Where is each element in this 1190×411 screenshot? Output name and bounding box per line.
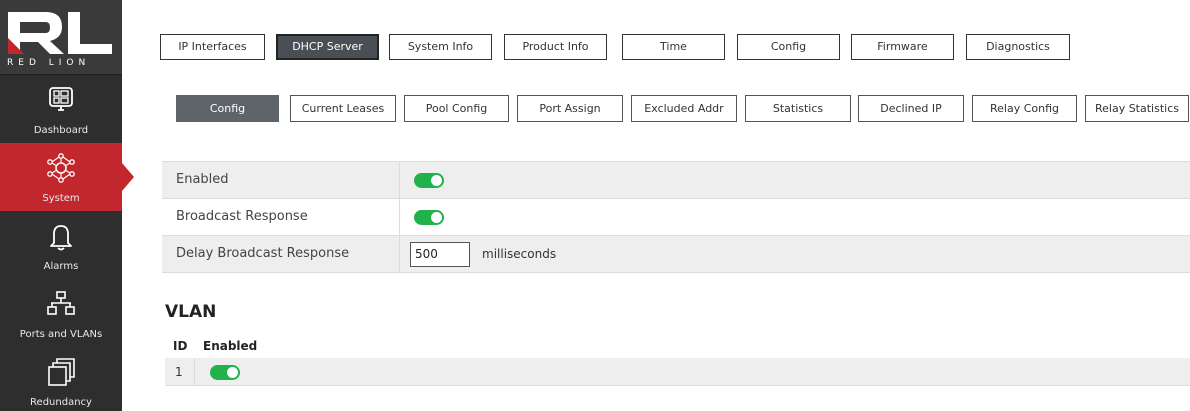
- tab-config[interactable]: Config: [737, 34, 840, 60]
- sidebar-item-system[interactable]: System: [0, 143, 134, 211]
- setting-value: [399, 199, 1190, 235]
- broadcast-response-toggle[interactable]: [414, 210, 444, 225]
- table-row: 1: [165, 358, 1190, 386]
- vlan-enabled-toggle[interactable]: [210, 365, 240, 380]
- tab-firmware[interactable]: Firmware: [851, 34, 954, 60]
- tab-dhcp-server[interactable]: DHCP Server: [276, 34, 379, 60]
- vlan-column-header-enabled: Enabled: [203, 339, 258, 353]
- sidebar-item-label: Dashboard: [33, 125, 89, 136]
- subtab-pool-config[interactable]: Pool Config: [404, 95, 509, 122]
- sidebar: RED LION Dashboard System Alarms Ports a…: [0, 0, 134, 411]
- subtab-statistics[interactable]: Statistics: [745, 95, 851, 122]
- sidebar-item-redundancy[interactable]: Redundancy: [0, 347, 122, 411]
- stack-icon: [48, 358, 75, 386]
- subtab-config[interactable]: Config: [176, 95, 279, 122]
- red-lion-logo: RED LION: [0, 0, 122, 75]
- bell-icon: [50, 225, 72, 251]
- subtab-relay-statistics[interactable]: Relay Statistics: [1085, 95, 1189, 122]
- subtab-port-assign[interactable]: Port Assign: [517, 95, 623, 122]
- sidebar-item-label: Ports and VLANs: [19, 329, 103, 340]
- vlan-section-title: VLAN: [165, 302, 217, 322]
- vlan-id-cell: 1: [175, 365, 183, 379]
- setting-label: Enabled: [176, 172, 229, 187]
- sidebar-item-label: System: [42, 193, 80, 204]
- subtab-relay-config[interactable]: Relay Config: [972, 95, 1077, 122]
- tab-system-info[interactable]: System Info: [389, 34, 492, 60]
- sidebar-item-label: Redundancy: [30, 397, 92, 408]
- tab-ip-interfaces[interactable]: IP Interfaces: [160, 34, 265, 60]
- setting-row-delay-broadcast-response: Delay Broadcast Response 500 millisecond…: [162, 235, 1190, 273]
- setting-row-broadcast-response: Broadcast Response: [162, 198, 1190, 235]
- setting-label: Delay Broadcast Response: [176, 246, 350, 261]
- tab-time[interactable]: Time: [622, 34, 725, 60]
- delay-unit-label: milliseconds: [482, 247, 557, 261]
- enabled-toggle[interactable]: [414, 173, 444, 188]
- sidebar-item-dashboard[interactable]: Dashboard: [0, 75, 122, 143]
- setting-row-enabled: Enabled: [162, 161, 1190, 198]
- sidebar-item-alarms[interactable]: Alarms: [0, 211, 122, 279]
- setting-label: Broadcast Response: [176, 209, 308, 224]
- setting-value: 500 milliseconds: [399, 236, 1190, 272]
- sidebar-item-label: Alarms: [43, 261, 79, 272]
- app-window: RED LION Dashboard System Alarms Ports a…: [0, 0, 1190, 411]
- column-divider: [194, 358, 195, 386]
- delay-broadcast-input[interactable]: 500: [410, 242, 470, 267]
- vlan-column-header-id: ID: [173, 339, 188, 353]
- ports-icon: [47, 291, 75, 315]
- subtab-excluded-addr[interactable]: Excluded Addr: [631, 95, 737, 122]
- brand-name: RED LION: [7, 58, 91, 68]
- network-hub-icon: [47, 153, 75, 183]
- tab-product-info[interactable]: Product Info: [504, 34, 607, 60]
- sidebar-item-ports-and-vlans[interactable]: Ports and VLANs: [0, 279, 122, 347]
- dashboard-icon: [49, 87, 73, 111]
- setting-value: [399, 162, 1190, 198]
- subtab-current-leases[interactable]: Current Leases: [290, 95, 396, 122]
- subtab-declined-ip[interactable]: Declined IP: [858, 95, 964, 122]
- tab-diagnostics[interactable]: Diagnostics: [966, 34, 1070, 60]
